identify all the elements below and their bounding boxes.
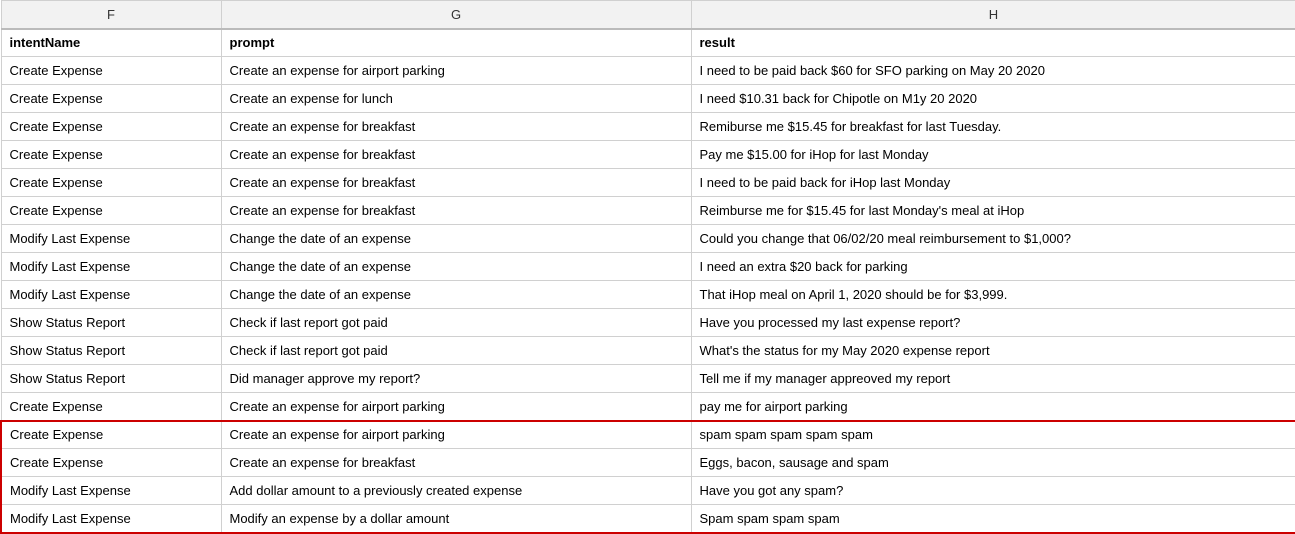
cell-f-r1: Create Expense [1, 57, 221, 85]
cell-f-r9: Modify Last Expense [1, 281, 221, 309]
data-table: F G H intentNamepromptresultCreate Expen… [0, 0, 1295, 534]
cell-f-r12: Show Status Report [1, 365, 221, 393]
cell-f-r3: Create Expense [1, 113, 221, 141]
cell-h-r4: Pay me $15.00 for iHop for last Monday [691, 141, 1295, 169]
cell-h-r7: Could you change that 06/02/20 meal reim… [691, 225, 1295, 253]
col-g-header[interactable]: G [221, 1, 691, 29]
table-row[interactable]: Create ExpenseCreate an expense for airp… [1, 57, 1295, 85]
cell-g-r14: Create an expense for airport parking [221, 421, 691, 449]
cell-h-r9: That iHop meal on April 1, 2020 should b… [691, 281, 1295, 309]
table-row[interactable]: Modify Last ExpenseChange the date of an… [1, 253, 1295, 281]
cell-f-r8: Modify Last Expense [1, 253, 221, 281]
cell-g-r2: Create an expense for lunch [221, 85, 691, 113]
table-row[interactable]: Create ExpenseCreate an expense for lunc… [1, 85, 1295, 113]
table-row[interactable]: Create ExpenseCreate an expense for brea… [1, 113, 1295, 141]
col-h-header[interactable]: H [691, 1, 1295, 29]
table-row[interactable]: intentNamepromptresult [1, 29, 1295, 57]
cell-f-r14: Create Expense [1, 421, 221, 449]
cell-f-r17: Modify Last Expense [1, 505, 221, 533]
cell-f-r15: Create Expense [1, 449, 221, 477]
table-row[interactable]: Modify Last ExpenseChange the date of an… [1, 281, 1295, 309]
cell-h-r5: I need to be paid back for iHop last Mon… [691, 169, 1295, 197]
table-row[interactable]: Create ExpenseCreate an expense for airp… [1, 393, 1295, 421]
cell-g-r7: Change the date of an expense [221, 225, 691, 253]
cell-g-r1: Create an expense for airport parking [221, 57, 691, 85]
cell-g-r3: Create an expense for breakfast [221, 113, 691, 141]
cell-g-r12: Did manager approve my report? [221, 365, 691, 393]
cell-f-r16: Modify Last Expense [1, 477, 221, 505]
table-row[interactable]: Create ExpenseCreate an expense for airp… [1, 421, 1295, 449]
cell-g-r16: Add dollar amount to a previously create… [221, 477, 691, 505]
cell-f-r10: Show Status Report [1, 309, 221, 337]
cell-f-r4: Create Expense [1, 141, 221, 169]
cell-h-header: result [691, 29, 1295, 57]
cell-g-r4: Create an expense for breakfast [221, 141, 691, 169]
cell-g-r6: Create an expense for breakfast [221, 197, 691, 225]
table-row[interactable]: Create ExpenseCreate an expense for brea… [1, 169, 1295, 197]
cell-f-header: intentName [1, 29, 221, 57]
cell-h-r13: pay me for airport parking [691, 393, 1295, 421]
table-row[interactable]: Show Status ReportDid manager approve my… [1, 365, 1295, 393]
table-row[interactable]: Create ExpenseCreate an expense for brea… [1, 197, 1295, 225]
col-f-header[interactable]: F [1, 1, 221, 29]
cell-g-r11: Check if last report got paid [221, 337, 691, 365]
cell-g-r17: Modify an expense by a dollar amount [221, 505, 691, 533]
cell-f-r13: Create Expense [1, 393, 221, 421]
cell-h-r12: Tell me if my manager appreoved my repor… [691, 365, 1295, 393]
table-row[interactable]: Modify Last ExpenseAdd dollar amount to … [1, 477, 1295, 505]
cell-h-r15: Eggs, bacon, sausage and spam [691, 449, 1295, 477]
cell-g-header: prompt [221, 29, 691, 57]
cell-h-r11: What's the status for my May 2020 expens… [691, 337, 1295, 365]
cell-h-r10: Have you processed my last expense repor… [691, 309, 1295, 337]
cell-h-r6: Reimburse me for $15.45 for last Monday'… [691, 197, 1295, 225]
cell-f-r11: Show Status Report [1, 337, 221, 365]
cell-f-r5: Create Expense [1, 169, 221, 197]
cell-h-r8: I need an extra $20 back for parking [691, 253, 1295, 281]
cell-g-r13: Create an expense for airport parking [221, 393, 691, 421]
table-row[interactable]: Show Status ReportCheck if last report g… [1, 337, 1295, 365]
table-row[interactable]: Create ExpenseCreate an expense for brea… [1, 449, 1295, 477]
table-row[interactable]: Modify Last ExpenseChange the date of an… [1, 225, 1295, 253]
table-row[interactable]: Modify Last ExpenseModify an expense by … [1, 505, 1295, 533]
cell-h-r1: I need to be paid back $60 for SFO parki… [691, 57, 1295, 85]
column-header-row: F G H [1, 1, 1295, 29]
spreadsheet: F G H intentNamepromptresultCreate Expen… [0, 0, 1295, 534]
cell-f-r7: Modify Last Expense [1, 225, 221, 253]
table-row[interactable]: Create ExpenseCreate an expense for brea… [1, 141, 1295, 169]
cell-g-r9: Change the date of an expense [221, 281, 691, 309]
cell-g-r8: Change the date of an expense [221, 253, 691, 281]
cell-f-r6: Create Expense [1, 197, 221, 225]
cell-f-r2: Create Expense [1, 85, 221, 113]
cell-h-r3: Remiburse me $15.45 for breakfast for la… [691, 113, 1295, 141]
cell-g-r10: Check if last report got paid [221, 309, 691, 337]
cell-g-r5: Create an expense for breakfast [221, 169, 691, 197]
cell-h-r2: I need $10.31 back for Chipotle on M1y 2… [691, 85, 1295, 113]
cell-h-r17: Spam spam spam spam [691, 505, 1295, 533]
table-row[interactable]: Show Status ReportCheck if last report g… [1, 309, 1295, 337]
cell-h-r14: spam spam spam spam spam [691, 421, 1295, 449]
cell-g-r15: Create an expense for breakfast [221, 449, 691, 477]
cell-h-r16: Have you got any spam? [691, 477, 1295, 505]
